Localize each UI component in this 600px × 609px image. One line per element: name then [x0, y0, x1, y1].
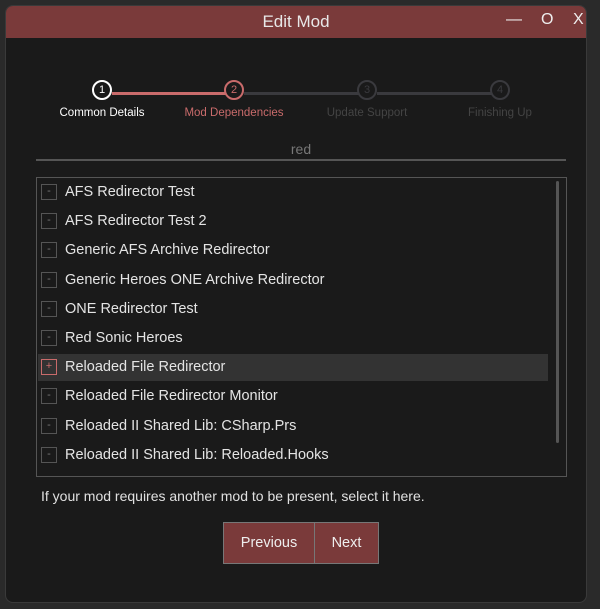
step-1-label: Common Details [59, 107, 145, 119]
list-item[interactable]: - Reloaded II Shared Lib: CSharp.Prs [38, 413, 548, 440]
minimize-icon[interactable]: — [506, 11, 522, 29]
checkbox[interactable]: - [41, 446, 57, 463]
list-item-label: Generic Heroes ONE Archive Redirector [65, 271, 325, 288]
step-4-circle: 4 [490, 80, 510, 100]
mod-list[interactable]: - AFS Redirector Test - AFS Redirector Test… [36, 177, 567, 477]
list-item-label: Reloaded II Shared Lib: CSharp.Prs [65, 417, 297, 434]
list-item[interactable]: - Reloaded II Shared Lib: Reloaded.Hooks [38, 442, 548, 469]
scrollbar[interactable] [556, 181, 559, 443]
list-item-label: Generic AFS Archive Redirector [65, 242, 270, 259]
list-item-label: Reloaded II Shared Lib: Reloaded.Hooks [65, 446, 329, 463]
step-connector-2 [244, 92, 360, 95]
checkbox[interactable]: - [41, 388, 57, 405]
list-item[interactable]: + Reloaded File Redirector [38, 354, 548, 382]
step-2-circle: 2 [224, 80, 244, 100]
list-item-label: Red Sonic Heroes [65, 330, 183, 346]
checkbox[interactable]: - [41, 242, 57, 259]
step-connector-3 [377, 92, 493, 95]
step-connector-1 [112, 92, 228, 95]
checkbox[interactable]: - [41, 330, 57, 346]
edit-mod-window: Edit Mod — O X 1 2 3 4 Common Details Mo… [5, 5, 587, 603]
list-item-label: AFS Redirector Test 2 [65, 213, 207, 230]
title-bar[interactable]: Edit Mod — O X [6, 6, 586, 38]
previous-button[interactable]: Previous [223, 522, 315, 564]
list-item[interactable]: - Red Sonic Heroes [38, 325, 548, 352]
list-item[interactable]: - Reloaded File Redirector Monitor [38, 383, 548, 410]
close-icon[interactable]: X [573, 11, 584, 29]
checkbox[interactable]: - [41, 213, 57, 230]
list-item-label: AFS Redirector Test [65, 184, 195, 200]
list-item[interactable]: - ONE Redirector Test [38, 296, 548, 323]
step-2-label: Mod Dependencies [184, 107, 284, 119]
next-button[interactable]: Next [314, 522, 379, 564]
checkbox[interactable]: - [41, 300, 57, 317]
list-item-label: ONE Redirector Test [65, 300, 198, 317]
window-title: Edit Mod [262, 12, 330, 31]
checkbox[interactable]: - [41, 417, 57, 434]
checkbox[interactable]: - [41, 184, 57, 200]
step-4-label: Finishing Up [468, 107, 532, 119]
help-text: If your mod requires another mod to be p… [41, 488, 425, 504]
list-item[interactable]: - Generic AFS Archive Redirector [38, 237, 548, 264]
checkbox[interactable]: + [41, 359, 57, 376]
list-item-label: Reloaded File Redirector [65, 359, 226, 376]
checkbox[interactable]: - [41, 271, 57, 288]
step-3-circle: 3 [357, 80, 377, 100]
maximize-icon[interactable]: O [541, 11, 553, 29]
step-3-label: Update Support [326, 107, 408, 119]
list-item-label: Reloaded File Redirector Monitor [65, 388, 278, 405]
list-item[interactable]: - AFS Redirector Test 2 [38, 208, 548, 235]
search-underline [36, 159, 566, 161]
search-input[interactable]: red [36, 141, 566, 157]
step-1-circle: 1 [92, 80, 112, 100]
list-item[interactable]: - AFS Redirector Test [38, 179, 548, 206]
list-item[interactable]: - Generic Heroes ONE Archive Redirector [38, 267, 548, 294]
